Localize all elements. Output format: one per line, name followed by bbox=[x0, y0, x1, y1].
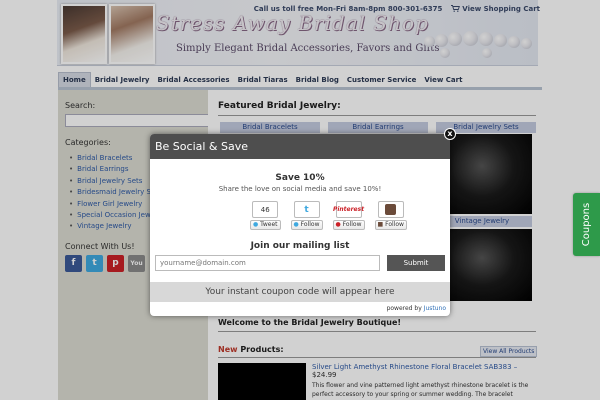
mailing-list-heading: Join our mailing list bbox=[250, 241, 350, 251]
tweet-label: Tweet bbox=[260, 221, 278, 228]
email-field[interactable] bbox=[155, 255, 380, 271]
share-count-widget: 46 ● Tweet bbox=[250, 201, 281, 230]
pinterest-logo: Pinterest bbox=[332, 201, 365, 218]
coupons-side-tab[interactable]: Coupons bbox=[573, 193, 600, 256]
follow-label: Follow bbox=[300, 221, 320, 228]
follow-label: Follow bbox=[385, 221, 404, 228]
coupon-code-area: Your instant coupon code will appear her… bbox=[150, 282, 450, 302]
powered-brand-link[interactable]: Justuno bbox=[424, 305, 446, 312]
twitter-bird-icon: ● bbox=[293, 221, 299, 228]
instagram-follow-button[interactable]: ■ Follow bbox=[374, 220, 407, 230]
save-heading: Save 10% bbox=[275, 173, 325, 183]
pinterest-follow-button[interactable]: ● Follow bbox=[332, 220, 365, 230]
twitter-follow-widget: t ● Follow bbox=[290, 201, 323, 230]
coupons-label: Coupons bbox=[581, 202, 592, 247]
modal-close-button[interactable]: x bbox=[444, 128, 456, 140]
twitter-bird-icon: ● bbox=[253, 221, 259, 228]
share-buttons: 46 ● Tweet t ● Follow Pinterest ● Follow… bbox=[250, 201, 407, 230]
submit-button[interactable]: Submit bbox=[387, 255, 445, 271]
follow-label: Follow bbox=[342, 221, 362, 228]
save-subtext: Share the love on social media and save … bbox=[218, 185, 382, 193]
twitter-icon: t bbox=[293, 201, 320, 218]
tweet-button[interactable]: ● Tweet bbox=[250, 220, 281, 230]
instagram-follow-widget: ■ Follow bbox=[374, 201, 407, 230]
twitter-follow-button[interactable]: ● Follow bbox=[290, 220, 323, 230]
instagram-small-icon: ■ bbox=[377, 221, 384, 228]
social-save-modal: Be Social & Save Save 10% Share the love… bbox=[150, 134, 450, 316]
pinterest-logo-text: Pinterest bbox=[332, 206, 365, 213]
pinterest-follow-widget: Pinterest ● Follow bbox=[332, 201, 365, 230]
modal-title: Be Social & Save bbox=[150, 134, 450, 159]
powered-by: powered by Justuno bbox=[387, 305, 446, 312]
share-count: 46 bbox=[252, 201, 279, 218]
powered-by-text: powered by bbox=[386, 305, 422, 312]
instagram-icon bbox=[377, 201, 404, 218]
pinterest-icon: ● bbox=[335, 221, 341, 228]
